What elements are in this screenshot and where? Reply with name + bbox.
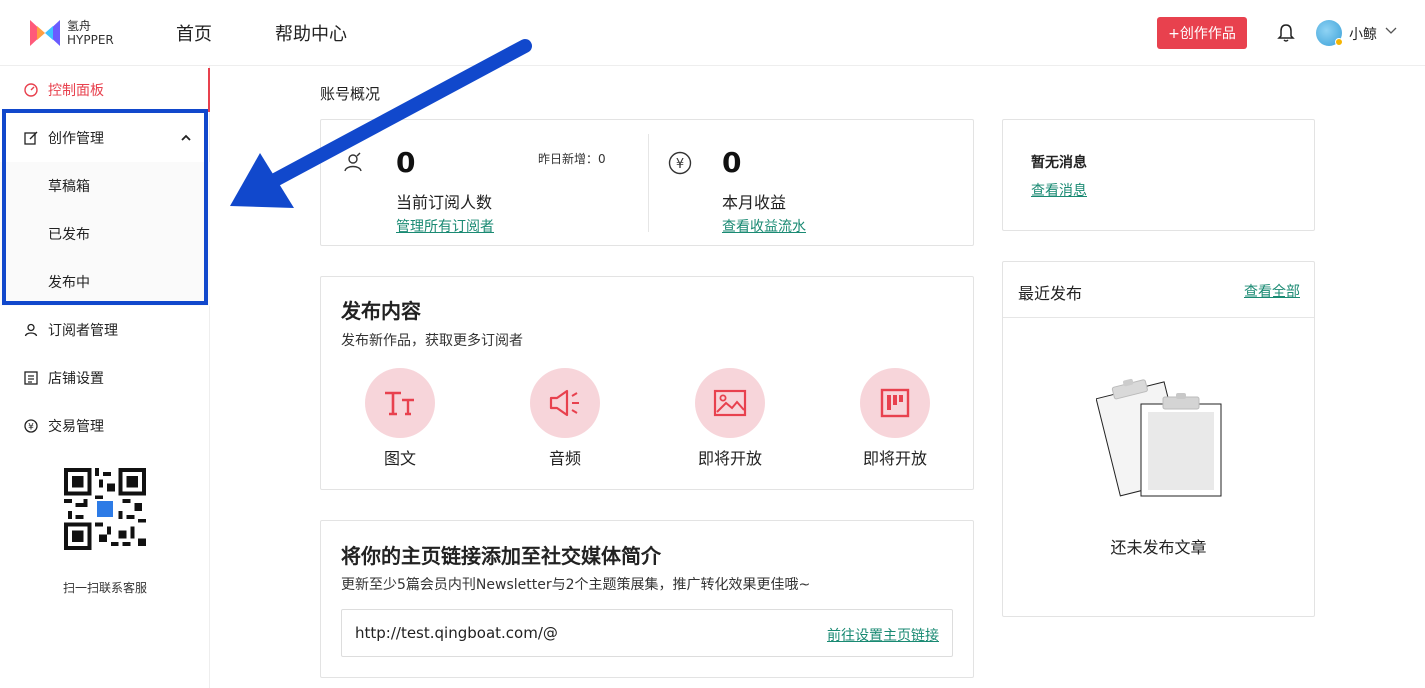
sidebar-item-label: 店铺设置 xyxy=(48,371,104,387)
overview-title: 账号概况 xyxy=(320,85,381,103)
username[interactable]: 小鲸 xyxy=(1349,24,1377,44)
homepage-url-field[interactable]: http://test.qingboat.com/@ 前往设置主页链接 xyxy=(341,609,953,657)
subscribers-label: 当前订阅人数 xyxy=(396,193,493,212)
publish-option-label: 音频 xyxy=(548,449,581,468)
sidebar-item-label: 交易管理 xyxy=(48,419,104,435)
avatar-badge xyxy=(1335,38,1343,46)
homepage-url: http://test.qingboat.com/@ xyxy=(355,624,558,642)
hypper-logo[interactable] xyxy=(30,18,60,48)
yesterday-new: 昨日新增：0 xyxy=(538,152,606,166)
image-icon xyxy=(713,389,747,417)
text-type-icon xyxy=(385,391,414,416)
publish-title: 发布内容 xyxy=(341,299,421,323)
view-all-link[interactable]: 查看全部 xyxy=(1244,281,1300,301)
top-header: 氢舟 HYPPER 首页 帮助中心 +创作作品 小鲸 xyxy=(0,0,1425,66)
user-icon xyxy=(24,323,38,337)
publish-image-button[interactable] xyxy=(695,368,765,438)
subscribers-icon xyxy=(344,152,362,172)
messages-title: 暂无消息 xyxy=(1031,155,1087,171)
svg-text:¥: ¥ xyxy=(28,423,34,433)
divider xyxy=(1003,317,1314,318)
social-subtitle: 更新至少5篇会员内刊Newsletter与2个主题策展集，推广转化效果更佳哦~ xyxy=(341,577,811,593)
income-count: 0 xyxy=(722,146,742,179)
annotation-highlight-box xyxy=(2,109,208,305)
yen-circle-icon: ¥ xyxy=(668,151,692,175)
subscribers-count: 0 xyxy=(396,146,416,179)
svg-text:¥: ¥ xyxy=(676,157,684,172)
publish-article-button[interactable] xyxy=(365,368,435,438)
set-homepage-link[interactable]: 前往设置主页链接 xyxy=(827,625,939,645)
recent-card: 最近发布 查看全部 还未发布文章 xyxy=(1002,261,1315,617)
overview-card: 0 昨日新增：0 当前订阅人数 管理所有订阅者 ¥ 0 本月收益 查看收益流水 xyxy=(320,119,974,246)
megaphone-icon xyxy=(549,389,579,417)
active-indicator xyxy=(208,68,210,112)
manage-subscribers-link[interactable]: 管理所有订阅者 xyxy=(396,216,494,236)
messages-card: 暂无消息 查看消息 xyxy=(1002,119,1315,231)
publish-subtitle: 发布新作品，获取更多订阅者 xyxy=(341,333,523,349)
nav-home[interactable]: 首页 xyxy=(176,20,212,46)
sidebar-item-label: 订阅者管理 xyxy=(48,323,118,339)
create-work-button[interactable]: +创作作品 xyxy=(1157,17,1247,49)
sidebar-item-subscribers[interactable]: 订阅者管理 xyxy=(0,306,210,354)
sidebar-item-label: 控制面板 xyxy=(48,83,104,99)
brand-text: 氢舟 HYPPER xyxy=(67,19,114,47)
sidebar-item-dashboard[interactable]: 控制面板 xyxy=(0,66,210,114)
dashboard-icon xyxy=(24,83,38,97)
bell-icon[interactable] xyxy=(1276,22,1296,44)
publish-option-label: 即将开放 xyxy=(862,449,927,468)
qr-label: 扫一扫联系客服 xyxy=(62,581,147,595)
recent-title: 最近发布 xyxy=(1018,284,1083,303)
income-label: 本月收益 xyxy=(722,193,787,212)
income-detail-link[interactable]: 查看收益流水 xyxy=(722,216,806,236)
nav-help[interactable]: 帮助中心 xyxy=(275,20,347,46)
chevron-down-icon[interactable] xyxy=(1385,26,1397,36)
publish-board-button[interactable] xyxy=(860,368,930,438)
view-messages-link[interactable]: 查看消息 xyxy=(1031,180,1087,200)
sidebar-item-transactions[interactable]: ¥ 交易管理 xyxy=(0,402,210,450)
empty-recent-text: 还未发布文章 xyxy=(1110,538,1207,557)
publish-card: 发布内容 发布新作品，获取更多订阅者 图文 音频 即将开放 即将开放 xyxy=(320,276,974,490)
brand-line1: 氢舟 xyxy=(67,19,92,33)
sidebar-item-shop-settings[interactable]: 店铺设置 xyxy=(0,354,210,402)
social-title: 将你的主页链接添加至社交媒体简介 xyxy=(341,544,661,568)
publish-audio-button[interactable] xyxy=(530,368,600,438)
publish-option-label: 即将开放 xyxy=(697,449,762,468)
brand-line2: HYPPER xyxy=(67,33,114,47)
board-icon xyxy=(880,388,910,418)
empty-clipboard-illustration xyxy=(1096,378,1222,497)
qr-code xyxy=(64,468,146,550)
divider xyxy=(648,134,649,232)
list-icon xyxy=(24,371,38,385)
yen-icon: ¥ xyxy=(24,419,38,433)
publish-option-label: 图文 xyxy=(383,449,416,468)
